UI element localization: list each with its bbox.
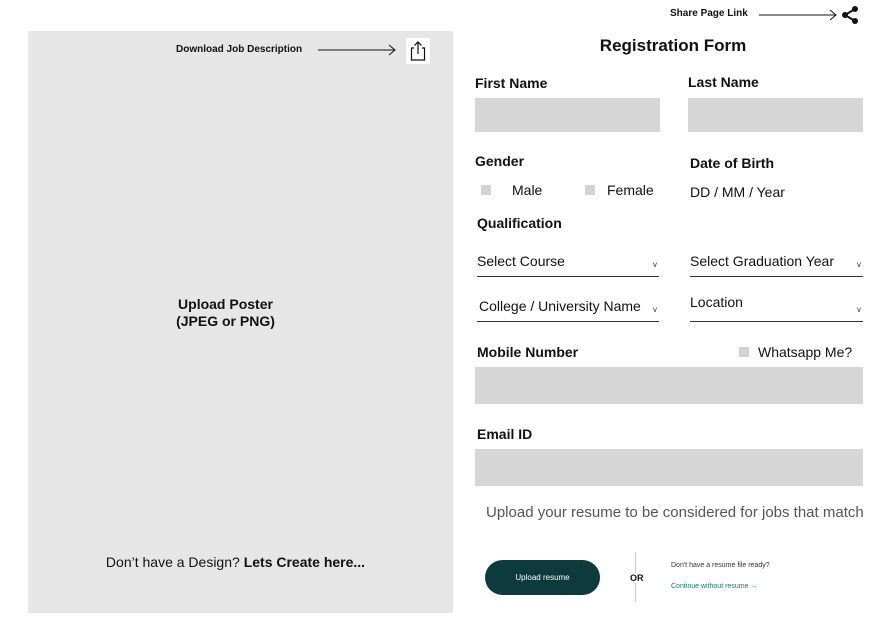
gender-male-label: Male	[512, 182, 543, 198]
or-label: OR	[629, 573, 645, 583]
dob-input[interactable]: DD / MM / Year	[690, 184, 785, 200]
mobile-number-label: Mobile Number	[477, 344, 579, 360]
last-name-label: Last Name	[688, 74, 759, 90]
resume-note: Upload your resume to be considered for …	[486, 504, 864, 521]
select-course-dropdown[interactable]: Select Course v	[477, 253, 659, 277]
graduation-year-dropdown[interactable]: Select Graduation Year v	[690, 253, 863, 277]
no-resume-text: Don't have a resume file ready?	[671, 562, 770, 569]
gender-label: Gender	[475, 153, 525, 169]
no-design-prompt: Don’t have a Design? Lets Create here...	[28, 554, 443, 570]
continue-without-resume-link[interactable]: Continue without resume →	[671, 583, 757, 590]
upload-resume-button[interactable]: Upload resume	[485, 560, 600, 595]
gender-male-checkbox[interactable]	[481, 185, 491, 195]
chevron-down-icon: v	[857, 305, 861, 314]
share-page-link-label: Share Page Link	[670, 8, 748, 19]
college-value: College / University Name	[479, 298, 641, 314]
location-value: Location	[690, 294, 743, 310]
college-dropdown[interactable]: College / University Name v	[477, 298, 659, 322]
gender-female-label: Female	[607, 182, 654, 198]
chevron-down-icon: v	[653, 260, 657, 269]
share-nodes-icon[interactable]	[840, 5, 860, 25]
upload-poster-text: Upload Poster (JPEG or PNG)	[28, 296, 423, 330]
form-title: Registration Form	[599, 36, 747, 55]
no-design-text: Don’t have a Design?	[105, 554, 244, 570]
chevron-down-icon: v	[653, 305, 657, 314]
share-up-icon	[410, 41, 426, 61]
upload-poster-format: (JPEG or PNG)	[176, 313, 275, 329]
location-dropdown[interactable]: Location v	[690, 294, 863, 322]
download-job-description-button[interactable]	[406, 38, 430, 64]
whatsapp-label: Whatsapp Me?	[758, 344, 853, 360]
select-course-value: Select Course	[477, 253, 565, 269]
first-name-label: First Name	[475, 75, 548, 91]
email-field[interactable]	[475, 449, 863, 486]
dob-label: Date of Birth	[690, 155, 774, 171]
download-job-description-label: Download Job Description	[176, 44, 303, 55]
arrow-right-icon	[318, 44, 396, 56]
create-design-link[interactable]: Lets Create here...	[244, 554, 365, 570]
first-name-field[interactable]	[475, 98, 660, 132]
qualification-label: Qualification	[477, 215, 562, 231]
graduation-year-value: Select Graduation Year	[690, 253, 834, 269]
chevron-down-icon: v	[857, 260, 861, 269]
email-label: Email ID	[477, 426, 533, 442]
gender-female-checkbox[interactable]	[585, 185, 595, 195]
whatsapp-checkbox[interactable]	[739, 347, 749, 357]
last-name-field[interactable]	[688, 98, 863, 132]
upload-poster-title: Upload Poster	[178, 296, 273, 312]
mobile-number-field[interactable]	[475, 367, 863, 404]
arrow-right-icon	[759, 9, 837, 21]
